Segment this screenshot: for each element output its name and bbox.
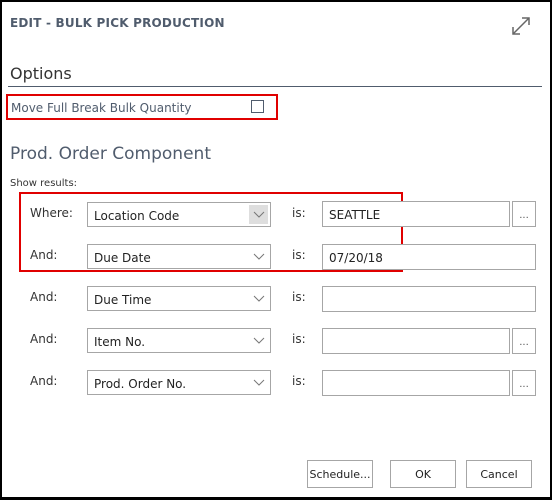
is-label: is: [292, 206, 306, 220]
filter-value-input[interactable] [322, 370, 510, 396]
chevron-down-icon[interactable] [249, 289, 268, 308]
lookup-button[interactable]: ... [512, 370, 536, 396]
filter-connector: And: [30, 332, 58, 346]
filter-connector: And: [30, 290, 58, 304]
chevron-down-icon[interactable] [249, 373, 268, 392]
ok-button[interactable]: OK [390, 460, 456, 488]
filter-value-input[interactable]: 07/20/18 [322, 244, 536, 270]
filter-connector: Where: [30, 206, 73, 220]
filter-field-value: Due Time [94, 293, 152, 307]
is-label: is: [292, 248, 306, 262]
filter-field-select[interactable]: Due Date [87, 244, 271, 269]
filter-field-select[interactable]: Item No. [87, 328, 271, 353]
move-full-break-bulk-label: Move Full Break Bulk Quantity [11, 101, 192, 115]
filter-field-select[interactable]: Prod. Order No. [87, 370, 271, 395]
filter-field-value: Prod. Order No. [94, 377, 187, 391]
bulk-pick-dialog: EDIT - BULK PICK PRODUCTION Options Move… [2, 2, 550, 497]
filter-connector: And: [30, 248, 58, 262]
lookup-button[interactable]: ... [512, 328, 536, 354]
filter-field-value: Location Code [94, 209, 180, 223]
is-label: is: [292, 332, 306, 346]
schedule-button[interactable]: Schedule... [307, 460, 373, 488]
options-heading: Options [10, 64, 72, 83]
filter-value-input[interactable] [322, 286, 536, 312]
is-label: is: [292, 290, 306, 304]
show-results-label: Show results: [10, 178, 78, 189]
filter-field-value: Due Date [94, 251, 151, 265]
filter-value-text: SEATTLE [329, 208, 381, 222]
filter-field-select[interactable]: Due Time [87, 286, 271, 311]
options-divider [8, 86, 542, 87]
lookup-button[interactable]: ... [512, 201, 536, 227]
is-label: is: [292, 374, 306, 388]
chevron-down-icon[interactable] [249, 331, 268, 350]
filter-field-value: Item No. [94, 335, 146, 349]
cancel-button[interactable]: Cancel [466, 460, 532, 488]
dialog-title: EDIT - BULK PICK PRODUCTION [10, 16, 225, 30]
filter-value-text: 07/20/18 [329, 251, 383, 265]
filter-value-input[interactable]: SEATTLE [322, 201, 510, 227]
chevron-down-icon[interactable] [249, 205, 268, 224]
move-full-break-bulk-checkbox[interactable] [251, 100, 264, 113]
filter-value-input[interactable] [322, 328, 510, 354]
component-heading: Prod. Order Component [10, 144, 211, 164]
filter-field-select[interactable]: Location Code [87, 202, 271, 227]
expand-icon[interactable] [510, 15, 532, 37]
filter-connector: And: [30, 374, 58, 388]
chevron-down-icon[interactable] [249, 247, 268, 266]
